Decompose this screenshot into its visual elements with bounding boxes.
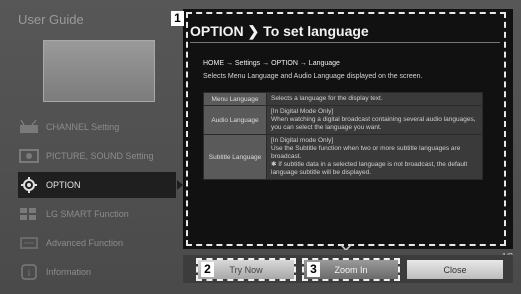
advanced-function-icon <box>20 237 38 249</box>
sidebar-item-channel-setting[interactable]: CHANNEL Setting <box>18 114 176 140</box>
smart-function-icon <box>20 208 36 220</box>
callout-badge-3: 3 <box>307 262 320 277</box>
sidebar-item-option[interactable]: OPTION <box>18 172 183 198</box>
language-table: Menu Language Selects a language for the… <box>203 92 483 180</box>
svg-text:i: i <box>28 268 31 279</box>
callout-badge-2: 2 <box>201 262 214 277</box>
sidebar-item-label: LG SMART Function <box>46 209 129 219</box>
gear-icon <box>21 177 37 193</box>
sidebar-item-label: PICTURE, SOUND Setting <box>46 151 154 161</box>
page-title: OPTION ❯ To set language <box>190 23 369 39</box>
close-button[interactable]: Close <box>407 260 503 279</box>
sidebar-item-label: CHANNEL Setting <box>46 122 120 132</box>
sidebar-item-label: Information <box>46 267 92 277</box>
table-row: Menu Language Selects a language for the… <box>203 92 483 106</box>
sidebar-item-label: OPTION <box>46 180 81 190</box>
scroll-down-chevron-icon[interactable] <box>340 244 352 250</box>
table-key: Menu Language <box>203 92 267 106</box>
table-row: Subtitle Language [In Digital mode Only]… <box>203 134 483 180</box>
description-text: Selects Menu Language and Audio Language… <box>203 73 423 80</box>
table-row: Audio Language [In Digital Mode Only] Wh… <box>203 105 483 135</box>
preview-thumbnail <box>43 40 155 102</box>
callout-badge-1: 1 <box>171 11 184 26</box>
sidebar-item-label: Advanced Function <box>46 238 124 248</box>
sidebar-item-advanced-function[interactable]: Advanced Function <box>18 230 176 256</box>
table-value: [In Digital Mode Only] When watching a d… <box>266 105 483 135</box>
title-divider <box>190 42 500 43</box>
table-key: Audio Language <box>203 105 267 135</box>
antenna-icon <box>20 119 38 133</box>
sidebar-title: User Guide <box>18 12 84 27</box>
picture-sound-icon <box>19 149 39 163</box>
table-key: Subtitle Language <box>203 134 267 180</box>
sidebar-item-information[interactable]: i Information <box>18 259 176 285</box>
table-value: Selects a language for the display text. <box>266 92 483 106</box>
info-icon: i <box>21 264 37 280</box>
table-value: [In Digital mode Only] Use the Subtitle … <box>266 134 483 180</box>
sidebar-item-lg-smart-function[interactable]: LG SMART Function <box>18 201 176 227</box>
sidebar-item-picture-sound-setting[interactable]: PICTURE, SOUND Setting <box>18 143 176 169</box>
breadcrumb: HOME → Settings → OPTION → Language <box>203 60 340 67</box>
